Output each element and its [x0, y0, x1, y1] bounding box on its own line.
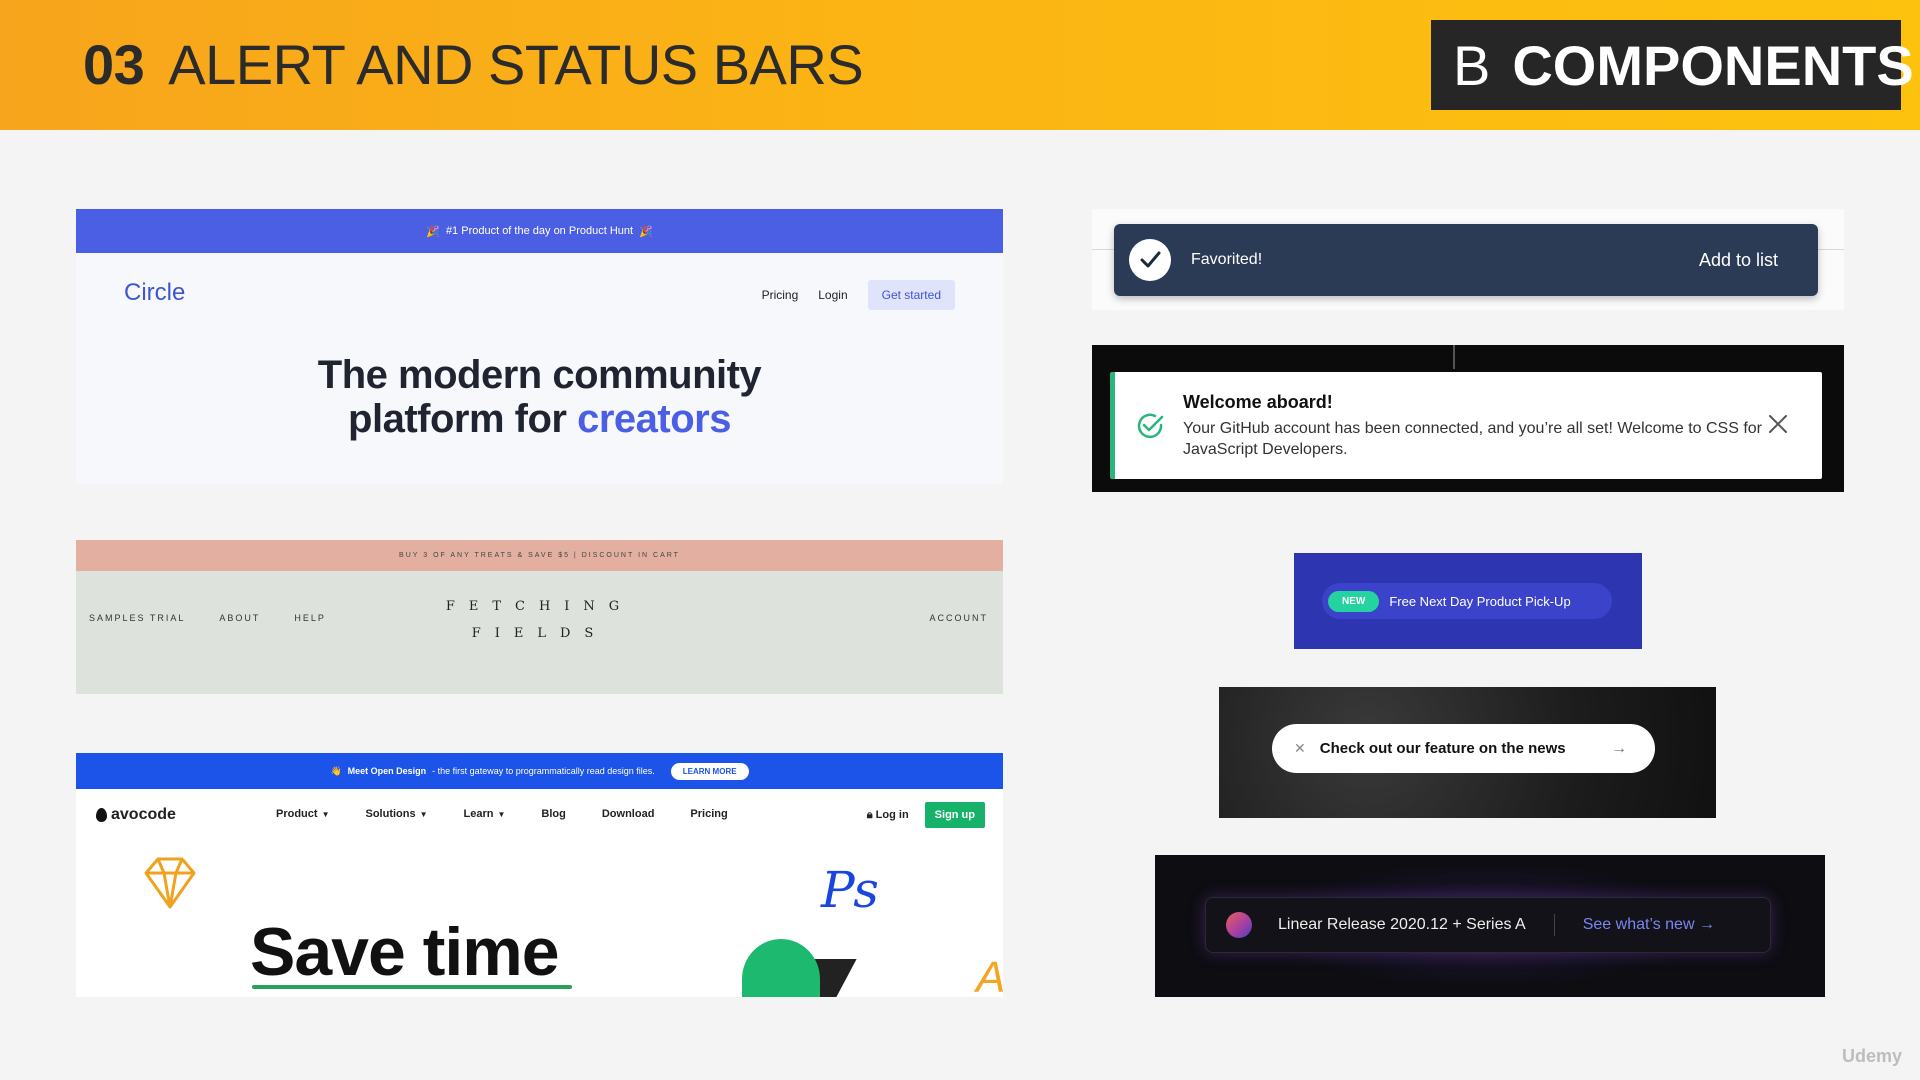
success-check-circle-icon [1137, 413, 1164, 439]
nav-link-solutions[interactable]: Solutions ▼ [365, 808, 427, 820]
avocado-logo-icon [96, 808, 107, 822]
announcement-text: - the first gateway to programmatically … [432, 766, 655, 776]
alert-body: Your GitHub account has been connected, … [1183, 420, 1762, 458]
section-badge: B COMPONENTS [1431, 20, 1914, 110]
party-popper-icon: 🎉 [639, 225, 653, 238]
section-title: ALERT AND STATUS BARS [168, 33, 864, 96]
badge-text: COMPONENTS [1512, 33, 1914, 97]
nav-link-pricing[interactable]: Pricing [762, 288, 799, 302]
favorited-toast: Favorited! Add to list [1114, 224, 1818, 296]
nav-link-learn[interactable]: Learn ▼ [464, 808, 506, 820]
new-feature-pill[interactable]: NEW Free Next Day Product Pick-Up [1322, 583, 1612, 619]
nav-links: Pricing Login Get started [762, 280, 955, 310]
add-to-list-button[interactable]: Add to list [1699, 250, 1778, 271]
logo-line-1: FETCHING [445, 599, 634, 614]
logo-text: avocode [111, 806, 176, 823]
announcement-bar[interactable]: 🎉 #1 Product of the day on Product Hunt … [76, 209, 1003, 253]
letter-a-sketch-icon: A [976, 953, 1003, 997]
nav-link-download[interactable]: Download [602, 808, 655, 820]
hero-accent: creators [577, 397, 731, 441]
circle-screenshot: 🎉 #1 Product of the day on Product Hunt … [76, 209, 1003, 484]
party-popper-icon: 🎉 [426, 225, 440, 238]
udemy-watermark: Udemy [1842, 1046, 1903, 1066]
caret-down-icon: ▼ [497, 810, 506, 819]
announcement-bar[interactable]: BUY 3 OF ANY TREATS & SAVE $5 | DISCOUNT… [76, 540, 1003, 571]
nav-right: 🔒︎ Log in Sign up [867, 802, 985, 828]
slide-title: 03 ALERT AND STATUS BARS [83, 32, 864, 97]
nav-label: Learn [463, 808, 494, 820]
logo[interactable]: FETCHING FIELDS [76, 593, 1003, 647]
signup-button[interactable]: Sign up [924, 802, 985, 828]
release-banner[interactable]: Linear Release 2020.12 + Series A See wh… [1205, 897, 1771, 953]
announcement-bold: Meet Open Design [347, 766, 427, 776]
section-number: 03 [83, 33, 145, 96]
welcome-alert-screenshot: Welcome aboard! Your GitHub account has … [1092, 345, 1844, 492]
navbar: SAMPLES TRIAL ABOUT HELP FETCHING FIELDS… [76, 571, 1003, 694]
navbar: Circle Pricing Login Get started [76, 253, 1003, 333]
logo[interactable]: Circle [124, 279, 185, 307]
close-icon[interactable]: ✕ [1294, 740, 1306, 757]
news-feature-text: Check out our feature on the news [1319, 740, 1566, 757]
hero-line-1: The modern community [317, 353, 762, 397]
checkmark-icon [1129, 239, 1171, 281]
get-started-button[interactable]: Get started [867, 280, 955, 310]
title-banner: 03 ALERT AND STATUS BARS B COMPONENTS [0, 0, 1920, 130]
caret-down-icon: ▼ [419, 810, 428, 819]
nav-link-product[interactable]: Product ▼ [276, 808, 329, 820]
hero-underline [252, 985, 572, 989]
learn-more-button[interactable]: LEARN MORE [670, 762, 749, 780]
logo-line-2: FIELDS [471, 626, 608, 641]
news-feature-pill[interactable]: ✕ Check out our feature on the news → [1272, 724, 1655, 773]
green-character-illustration [742, 939, 820, 997]
diamond-sketch-icon [144, 857, 196, 909]
nav-links: Product ▼ Solutions ▼ Learn ▼ Blog Download… [276, 808, 728, 820]
hero-heading: Save time [250, 914, 560, 990]
nav-link-account[interactable]: ACCOUNT [930, 613, 989, 623]
announcement-bar: 👋 Meet Open Design - the first gateway t… [76, 753, 1003, 789]
new-badge: NEW [1328, 590, 1380, 612]
divider [1453, 345, 1455, 369]
arrow-right-icon: → [1611, 739, 1627, 757]
new-feature-text: Free Next Day Product Pick-Up [1389, 593, 1571, 609]
nav-label: Product [276, 808, 318, 820]
logo[interactable]: avocode [96, 806, 176, 824]
nav-link-pricing[interactable]: Pricing [690, 808, 727, 820]
nav-label: Solutions [365, 808, 416, 820]
hero-line-2: platform for creators [76, 397, 1003, 441]
hero-line-2-text: platform for [348, 397, 567, 441]
navbar: avocode Product ▼ Solutions ▼ Learn ▼ Blog … [76, 789, 1003, 841]
favorited-toast-screenshot: Favorited! Add to list [1092, 209, 1844, 310]
photoshop-sketch-icon: Ps [821, 861, 879, 919]
lock-icon: 🔒︎ [866, 808, 873, 821]
see-whats-new-link[interactable]: See what’s new → [1583, 916, 1715, 934]
hero-heading: The modern community platform for creato… [76, 353, 1003, 441]
new-feature-banner-screenshot: NEW Free Next Day Product Pick-Up [1294, 553, 1642, 649]
login-link[interactable]: 🔒︎ Log in [867, 809, 909, 822]
linear-release-screenshot: Linear Release 2020.12 + Series A See wh… [1155, 855, 1825, 997]
news-feature-screenshot: ✕ Check out our feature on the news → [1219, 687, 1716, 818]
login-label: Log in [875, 808, 909, 821]
avocode-screenshot: 👋 Meet Open Design - the first gateway t… [76, 753, 1003, 997]
caret-down-icon: ▼ [321, 810, 330, 819]
linear-logo-icon [1226, 912, 1252, 938]
announcement-text: #1 Product of the day on Product Hunt [445, 225, 634, 237]
toast-message: Favorited! [1191, 251, 1263, 268]
release-text: Linear Release 2020.12 + Series A [1278, 916, 1526, 933]
success-alert: Welcome aboard! Your GitHub account has … [1110, 372, 1822, 479]
fetching-fields-screenshot: BUY 3 OF ANY TREATS & SAVE $5 | DISCOUNT… [76, 540, 1003, 694]
wave-hand-icon: 👋 [330, 765, 342, 776]
nav-link-login[interactable]: Login [818, 288, 847, 302]
alert-title: Welcome aboard! [1183, 392, 1333, 412]
badge-letter: B [1453, 33, 1491, 97]
separator [1553, 914, 1555, 936]
close-icon[interactable] [1767, 413, 1789, 435]
nav-link-blog[interactable]: Blog [541, 808, 565, 820]
